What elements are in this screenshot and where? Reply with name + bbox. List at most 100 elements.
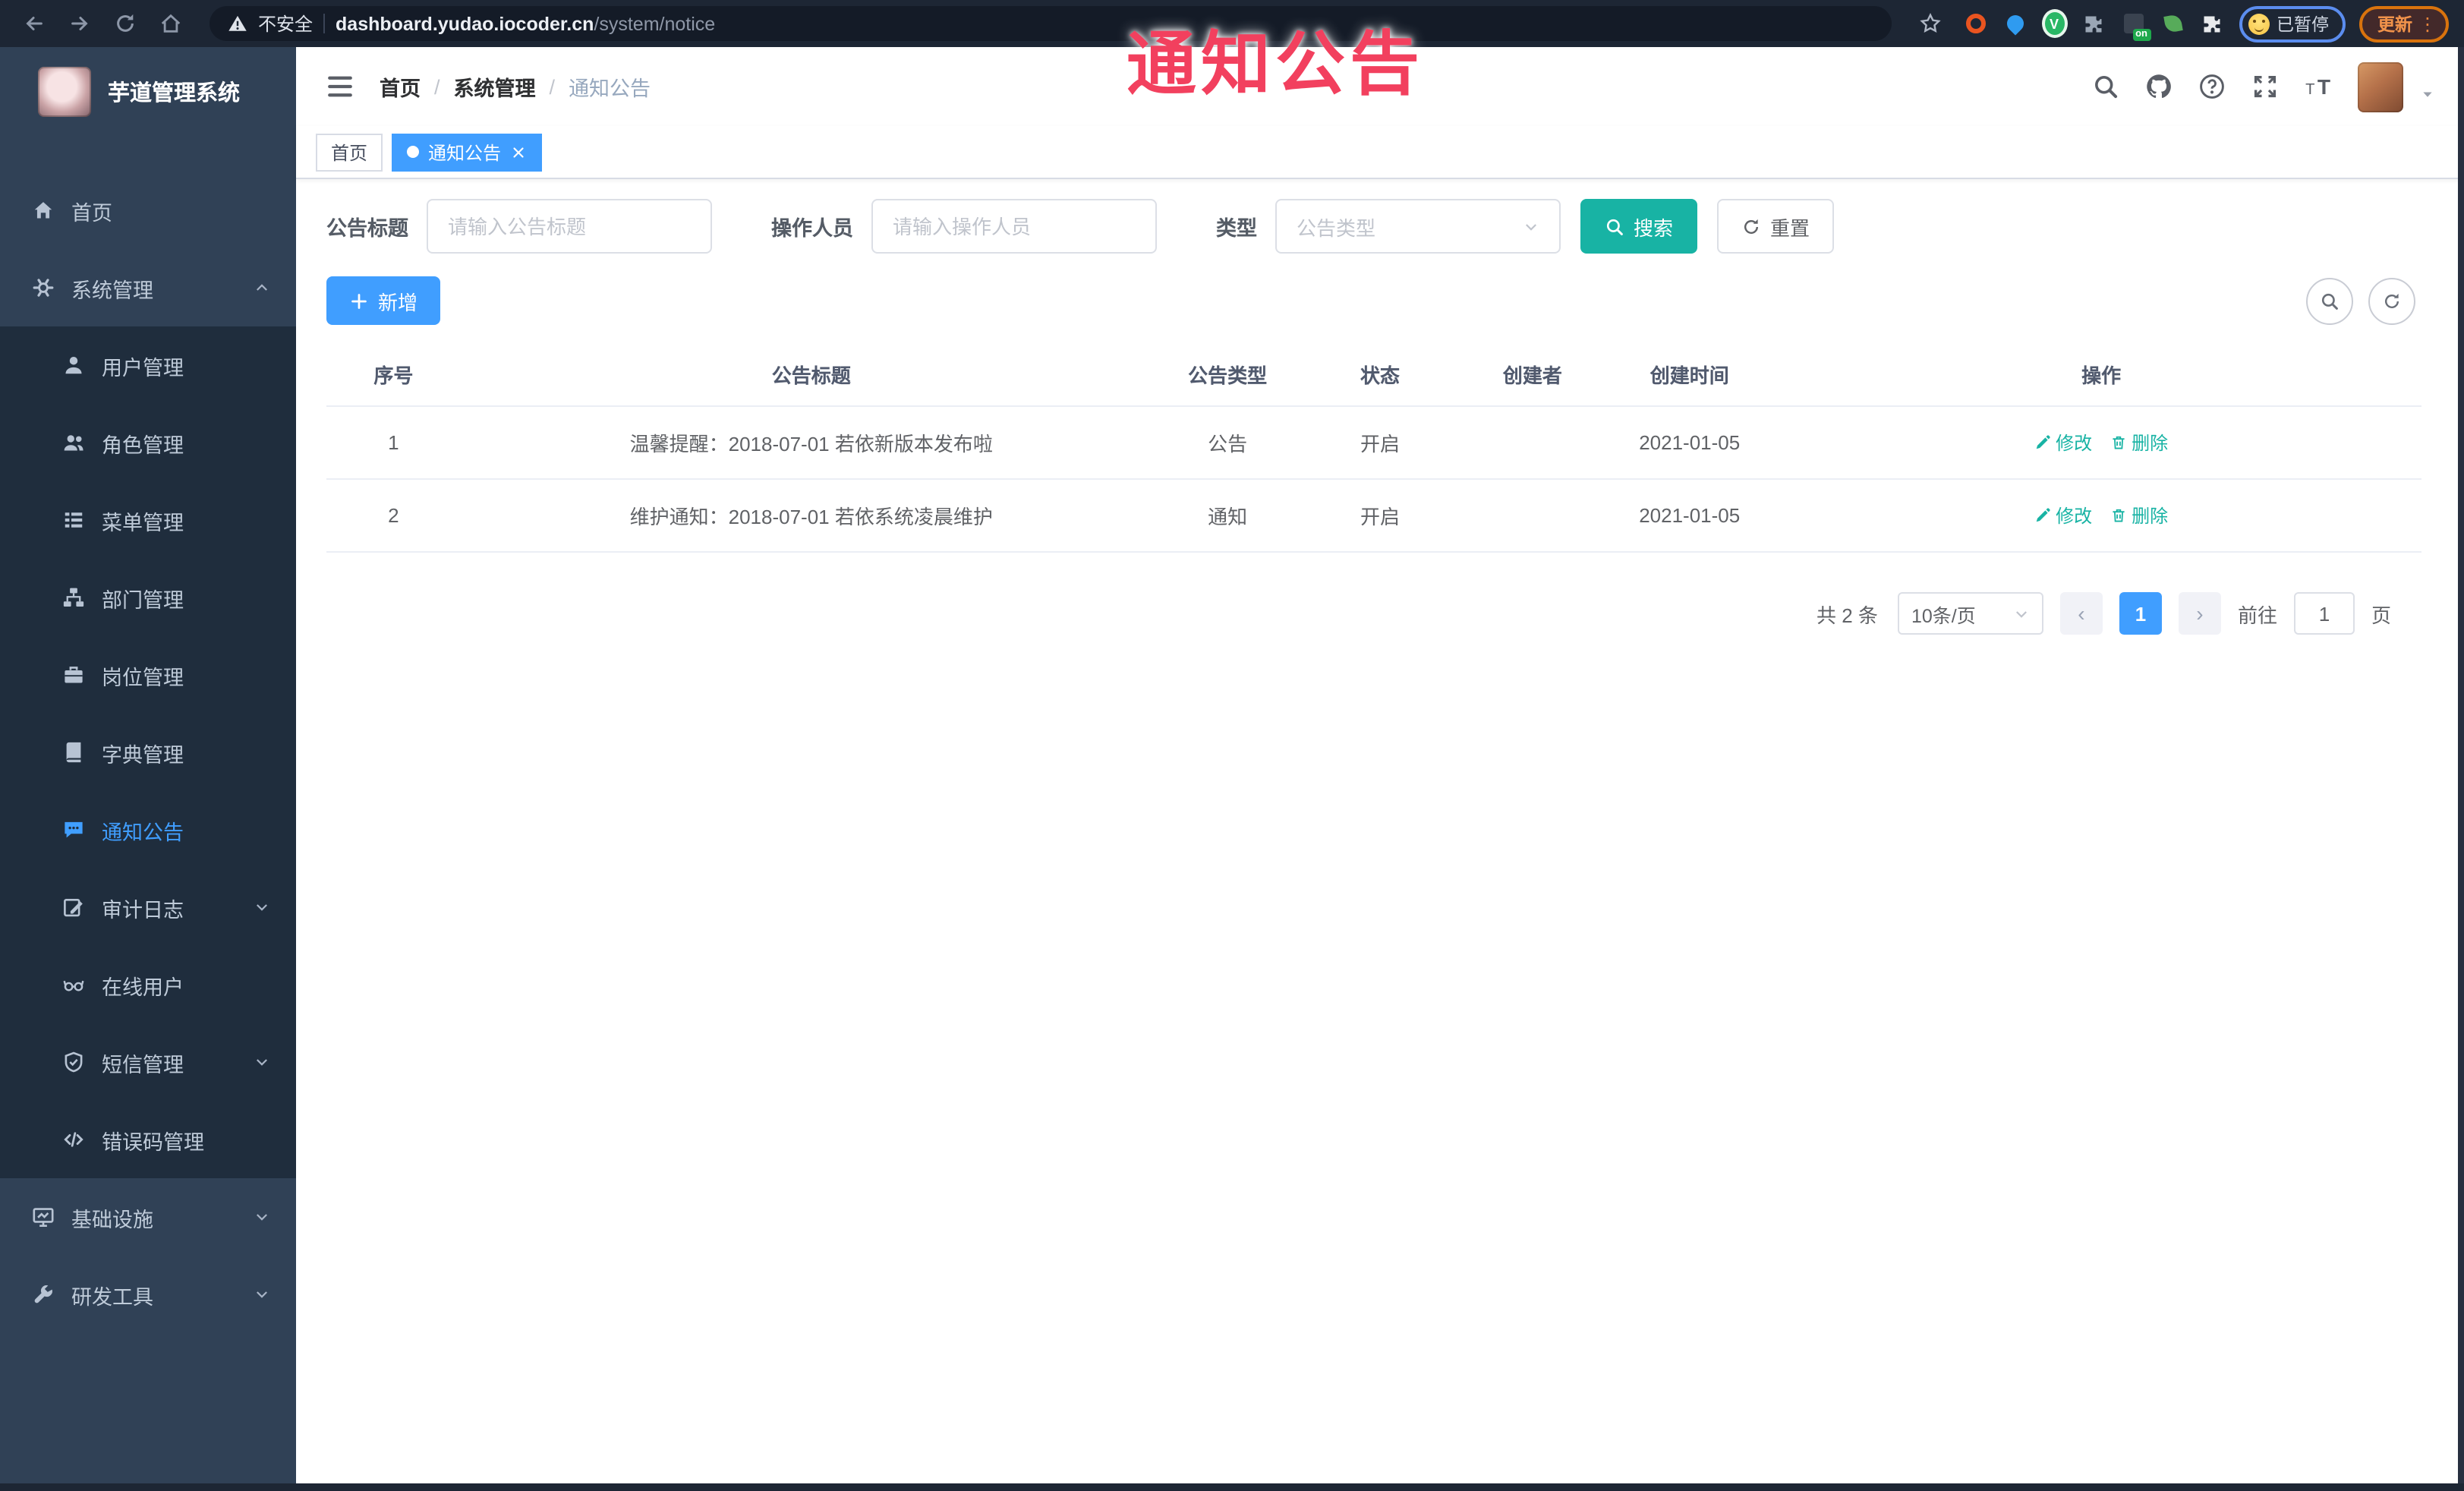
extensions-menu-icon[interactable] (2199, 11, 2225, 36)
action-label: 删除 (2132, 433, 2169, 454)
tab-notice[interactable]: 通知公告 (392, 133, 543, 171)
infrastructure-icon (32, 1206, 55, 1228)
column-header: 公告标题 (460, 343, 1162, 407)
extension-green-v-icon[interactable]: V (2041, 9, 2067, 38)
browser-update-button[interactable]: 更新 ⋮ (2359, 5, 2449, 42)
window-bottom-edge (0, 1483, 2464, 1491)
magnifier-icon (2320, 291, 2340, 310)
sidebar-item-审计日志[interactable]: 审计日志 (0, 868, 296, 946)
next-icon: › (2196, 601, 2204, 626)
fullscreen-icon[interactable] (2251, 73, 2279, 100)
sidebar-item-label: 字典管理 (102, 743, 184, 766)
tab-home[interactable]: 首页 (316, 133, 383, 171)
sidebar-item-label: 首页 (71, 201, 112, 224)
edit-link[interactable]: 修改 (2034, 430, 2092, 455)
sidebar-item-label: 研发工具 (71, 1285, 153, 1308)
sidebar-item-label: 部门管理 (102, 588, 184, 611)
browser-profile-chip[interactable]: 已暂停 (2239, 5, 2346, 42)
sidebar-toggle-button[interactable] (325, 71, 355, 102)
reset-button[interactable]: 重置 (1717, 199, 1835, 254)
address-bar[interactable]: 不安全 dashboard.yudao.iocoder.cn/system/no… (210, 6, 1891, 41)
reset-button-label: 重置 (1770, 216, 1810, 239)
sidebar-item-错误码管理[interactable]: 错误码管理 (0, 1101, 296, 1178)
sidebar-logo-row[interactable]: 芋道管理系统 (0, 47, 296, 135)
table-body: 1 温馨提醒：2018-07-01 若依新版本发布啦 公告 开启 2021-01-05 修… (326, 406, 2421, 553)
sidebar-item-系统管理[interactable]: 系统管理 (0, 249, 296, 326)
browser-back-button[interactable] (15, 5, 52, 42)
sidebar-item-在线用户[interactable]: 在线用户 (0, 946, 296, 1023)
chevron-down-icon (2013, 605, 2030, 622)
extension-location-icon[interactable] (2002, 11, 2028, 36)
close-tab-icon[interactable] (510, 143, 527, 160)
notice-type-select[interactable]: 公告类型 (1275, 199, 1561, 254)
extension-ubuntu-icon[interactable] (1962, 11, 1988, 36)
sidebar-item-研发工具[interactable]: 研发工具 (0, 1256, 296, 1333)
toggle-search-button[interactable] (2306, 277, 2353, 324)
sidebar-item-用户管理[interactable]: 用户管理 (0, 326, 296, 404)
sidebar-item-通知公告[interactable]: 通知公告 (0, 791, 296, 868)
font-size-icon[interactable] (2305, 73, 2332, 100)
bookmark-star-button[interactable] (1912, 5, 1949, 42)
sidebar-item-菜单管理[interactable]: 菜单管理 (0, 481, 296, 559)
filter-operator-label: 操作人员 (771, 217, 853, 240)
filter-title: 公告标题 (326, 199, 712, 254)
sms-icon (62, 1051, 85, 1073)
main-area: 首页 / 系统管理 / 通知公告 首页 通知公告 公告标题 请输入公告标题 操作… (296, 47, 2464, 1491)
breadcrumb-item[interactable]: 系统管理 (454, 71, 536, 102)
browser-home-button[interactable] (152, 5, 188, 42)
browser-reload-button[interactable] (106, 5, 143, 42)
help-icon[interactable] (2198, 73, 2226, 100)
page-content: 公告标题 操作人员 类型 公告类型 (296, 179, 2464, 1491)
action-label: 修改 (2056, 433, 2093, 454)
sidebar-item-部门管理[interactable]: 部门管理 (0, 559, 296, 636)
sidebar-item-字典管理[interactable]: 字典管理 (0, 714, 296, 791)
edit-link[interactable]: 修改 (2034, 503, 2092, 528)
operator-input[interactable] (871, 199, 1157, 254)
page-unit-label: 页 (2371, 604, 2391, 626)
breadcrumb: 首页 / 系统管理 / 通知公告 (380, 71, 651, 102)
pagination: 共 2 条 10条/页 ‹ 1 › 前往 页 (326, 592, 2434, 635)
add-button-label: 新增 (378, 291, 418, 314)
table-cell: 维护通知：2018-07-01 若依系统凌晨维护 (460, 479, 1162, 553)
refresh-icon (2382, 291, 2402, 310)
arrow-right-icon (68, 12, 90, 35)
page-size-select[interactable]: 10条/页 (1897, 592, 2043, 635)
browser-forward-button[interactable] (61, 5, 97, 42)
extension-leaf-icon[interactable] (2160, 11, 2185, 36)
search-button[interactable]: 搜索 (1580, 199, 1698, 254)
caret-down-icon[interactable] (2420, 87, 2435, 102)
sidebar-item-角色管理[interactable]: 角色管理 (0, 404, 296, 481)
search-icon[interactable] (2092, 73, 2119, 100)
prev-page-button[interactable]: ‹ (2059, 592, 2103, 635)
sidebar-item-基础设施[interactable]: 基础设施 (0, 1178, 296, 1256)
sidebar-item-岗位管理[interactable]: 岗位管理 (0, 636, 296, 714)
goto-page-input[interactable] (2293, 592, 2355, 635)
sidebar-item-首页[interactable]: 首页 (0, 172, 296, 249)
url-host: dashboard.yudao.iocoder.cn (336, 13, 594, 34)
column-header: 创建者 (1467, 343, 1599, 407)
profile-paused-label: 已暂停 (2277, 16, 2329, 34)
insecure-warning-icon (228, 14, 247, 33)
notice-title-input[interactable] (427, 199, 712, 254)
arrow-left-icon (22, 12, 45, 35)
delete-link[interactable]: 删除 (2110, 503, 2168, 528)
delete-link[interactable]: 删除 (2110, 430, 2168, 455)
extension-dark-on-icon[interactable]: on (2120, 11, 2150, 41)
page-1-button[interactable]: 1 (2119, 592, 2162, 635)
kebab-menu-icon: ⋮ (2418, 13, 2437, 34)
next-page-button[interactable]: › (2178, 592, 2221, 635)
search-button-label: 搜索 (1634, 216, 1674, 239)
sidebar-item-短信管理[interactable]: 短信管理 (0, 1023, 296, 1101)
online-user-icon (62, 973, 85, 996)
browser-right-cluster: V on 已暂停 更新 ⋮ (1912, 5, 2449, 42)
extension-puzzle-gray-icon[interactable] (2081, 11, 2106, 36)
add-button[interactable]: 新增 (326, 276, 441, 325)
table-cell: 开启 (1293, 479, 1467, 553)
breadcrumb-item[interactable]: 首页 (380, 71, 421, 102)
notice-type-placeholder: 公告类型 (1297, 216, 1376, 239)
user-avatar[interactable] (2358, 61, 2403, 112)
table-cell: 公告 (1161, 406, 1293, 480)
refresh-table-button[interactable] (2368, 277, 2415, 324)
trash-icon (2110, 507, 2127, 524)
github-icon[interactable] (2145, 73, 2173, 100)
